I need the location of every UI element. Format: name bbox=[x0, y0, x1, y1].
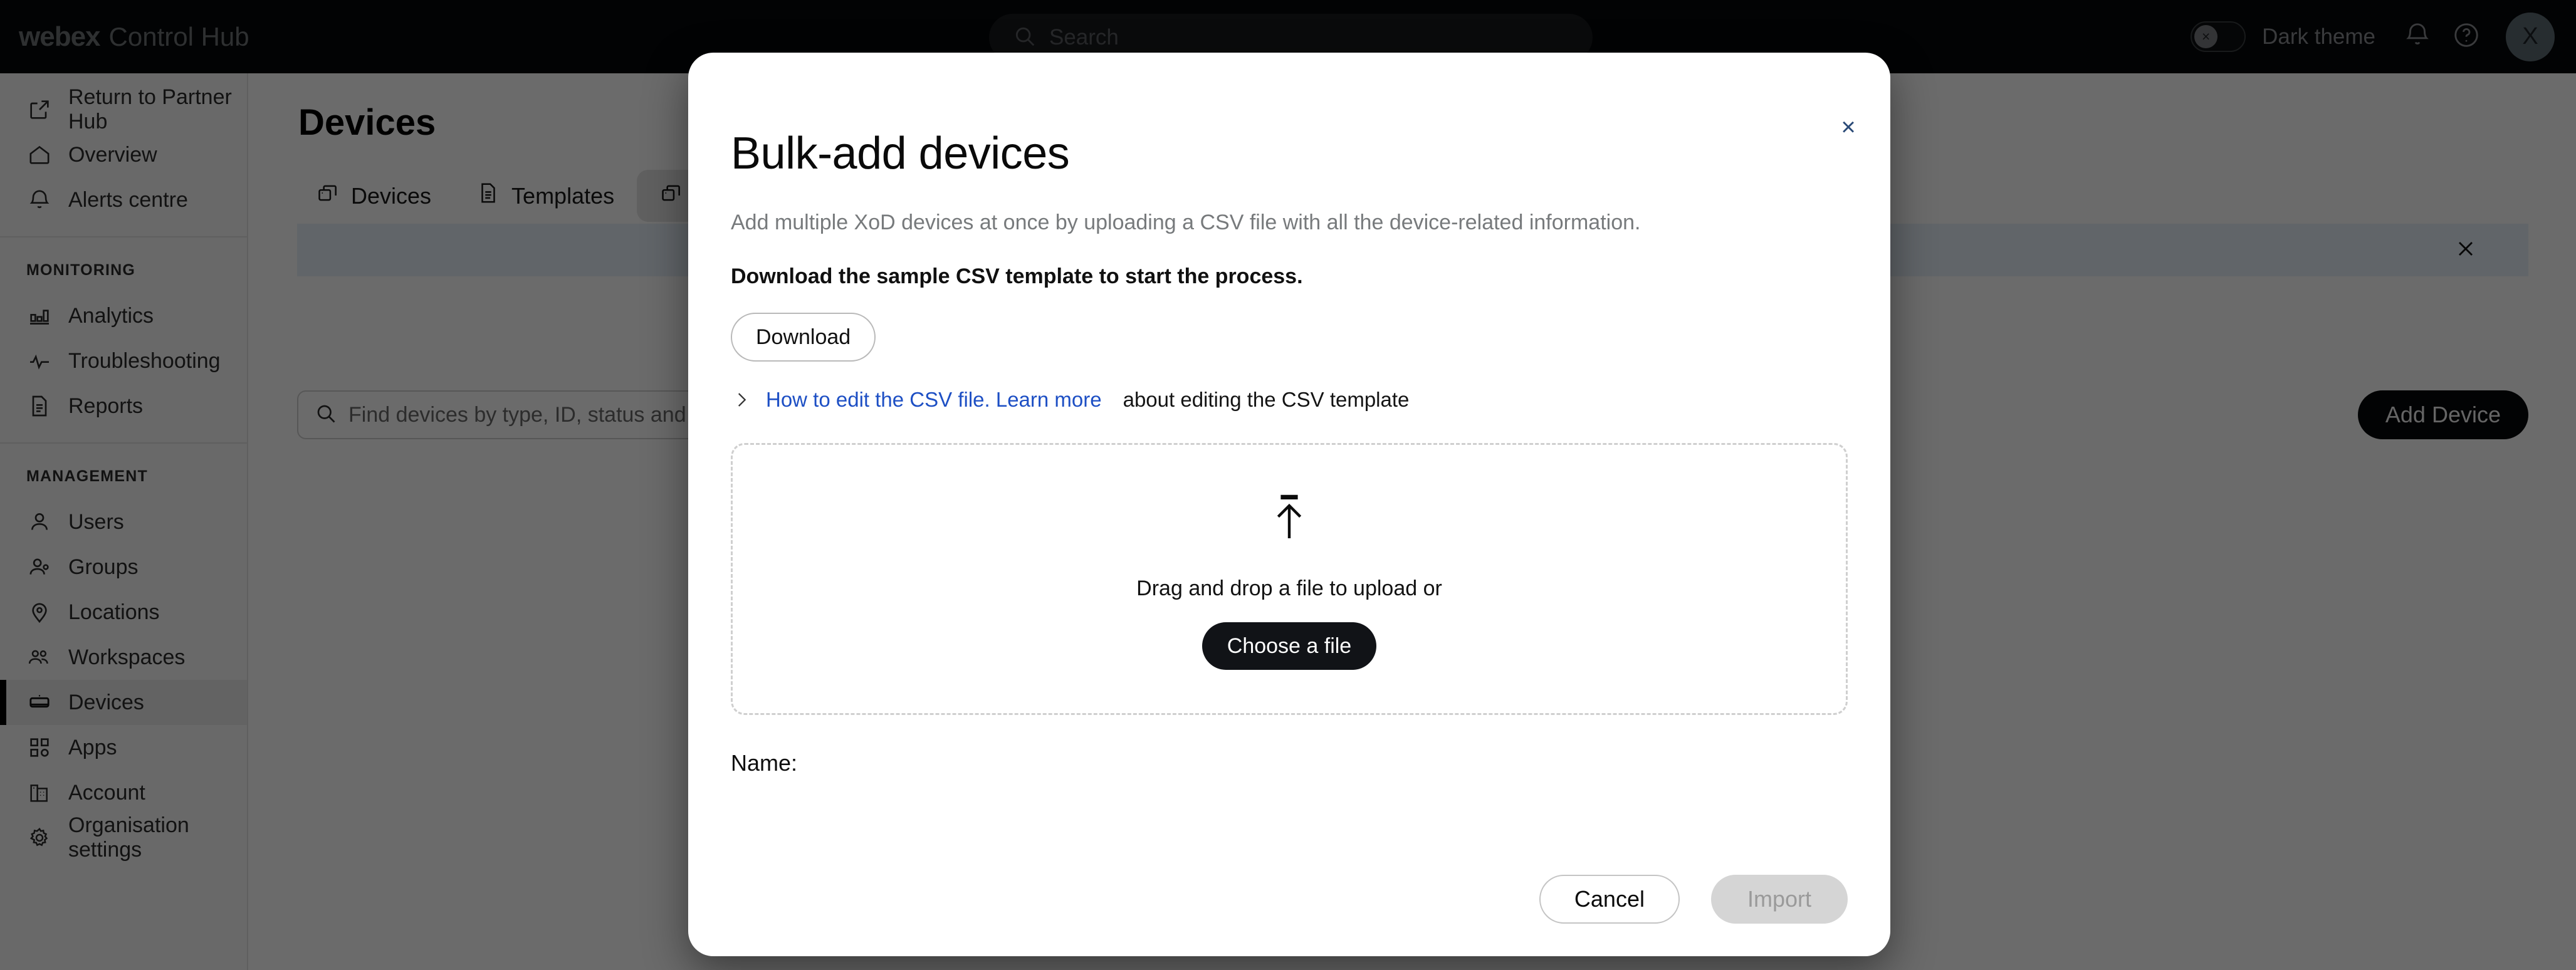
dropzone-text: Drag and drop a file to upload or bbox=[1136, 576, 1442, 600]
page-root: webex Control Hub Search × Dark theme bbox=[0, 0, 2576, 970]
dialog-body: Bulk-add devices Add multiple XoD device… bbox=[688, 53, 1890, 776]
bulk-add-devices-dialog: × Bulk-add devices Add multiple XoD devi… bbox=[688, 53, 1890, 956]
csv-help-tail: about editing the CSV template bbox=[1123, 388, 1410, 411]
dialog-footer: Cancel Import bbox=[688, 875, 1890, 956]
upload-icon bbox=[1259, 488, 1319, 551]
file-name-label: Name: bbox=[731, 750, 798, 776]
dialog-instruction: Download the sample CSV template to star… bbox=[731, 264, 1303, 288]
csv-help-row: How to edit the CSV file. Learn more abo… bbox=[731, 388, 1848, 412]
import-button[interactable]: Import bbox=[1710, 875, 1848, 924]
download-template-button[interactable]: Download bbox=[731, 313, 876, 362]
cancel-button[interactable]: Cancel bbox=[1539, 875, 1680, 924]
choose-file-button[interactable]: Choose a file bbox=[1202, 622, 1377, 670]
dialog-title: Bulk-add devices bbox=[731, 128, 1070, 179]
close-icon[interactable]: × bbox=[1831, 110, 1865, 144]
dialog-subtitle: Add multiple XoD devices at once by uplo… bbox=[731, 211, 1641, 234]
chevron-right-icon bbox=[731, 389, 752, 410]
learn-more-link[interactable]: How to edit the CSV file. Learn more bbox=[766, 388, 1102, 412]
file-dropzone[interactable]: Drag and drop a file to upload or Choose… bbox=[731, 443, 1848, 715]
